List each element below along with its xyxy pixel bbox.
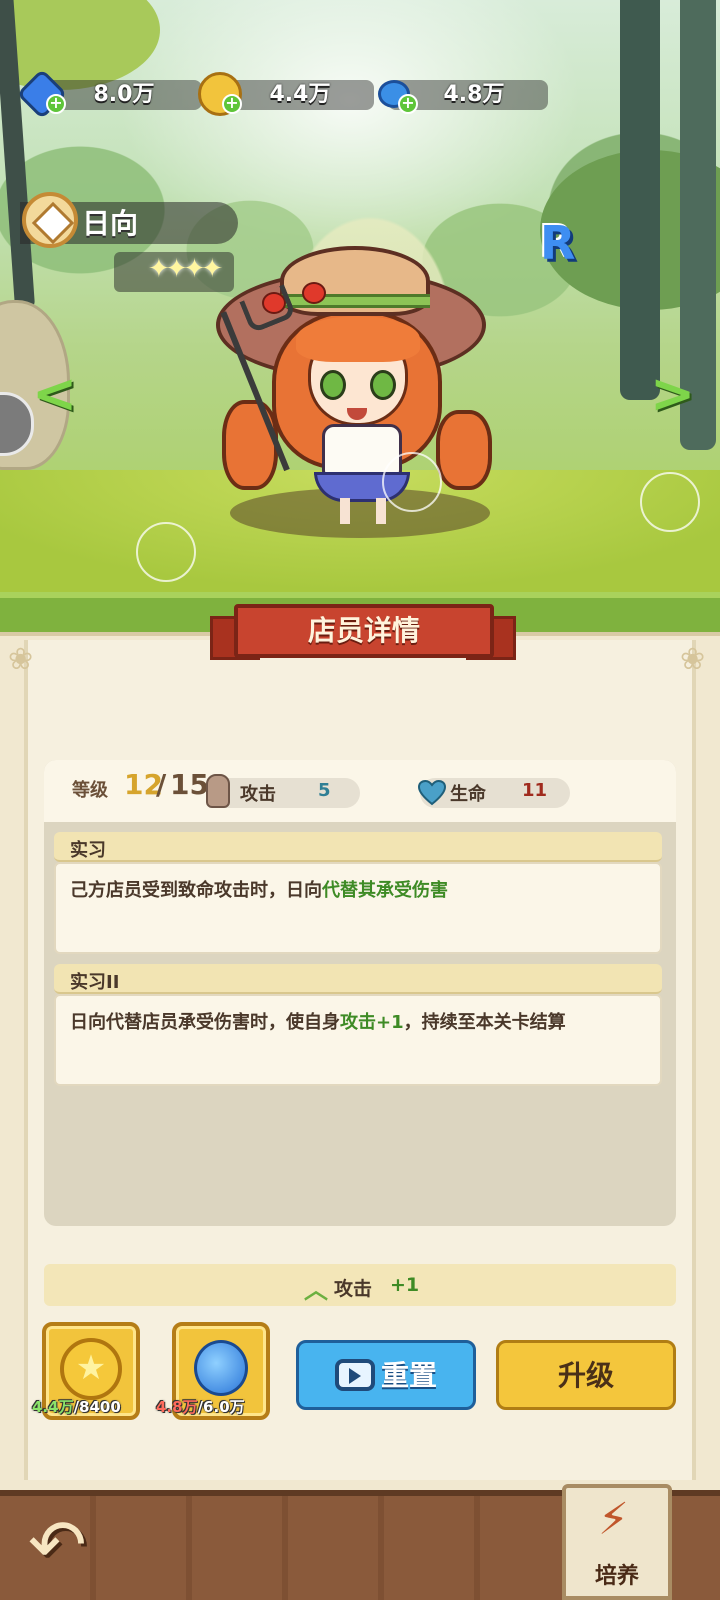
reset-button[interactable]: 重置 bbox=[296, 1340, 476, 1410]
skill-title: 实习 bbox=[70, 840, 106, 861]
upgrade-label: 升级 bbox=[557, 1359, 614, 1392]
skill-description: 日向代替店员承受伤害时，使自身攻击+1，持续至本关卡结算 bbox=[70, 1008, 566, 1034]
level-label: 等级 bbox=[72, 780, 108, 801]
skill-highlight: 攻击+1 bbox=[340, 1012, 404, 1033]
gold-have: 4.4万 bbox=[32, 1398, 74, 1416]
water-drop-icon bbox=[194, 1340, 248, 1396]
bangs bbox=[296, 316, 420, 362]
attack-value: 5 bbox=[318, 780, 331, 801]
heart-icon bbox=[418, 780, 446, 806]
panel-title: 店员详情 bbox=[307, 614, 420, 647]
gem-value: 8.0万 bbox=[93, 82, 155, 107]
water-have: 4.8万 bbox=[156, 1398, 198, 1416]
legs bbox=[340, 498, 386, 524]
bonus-label: 攻击 bbox=[334, 1278, 373, 1300]
skill-description: 己方店员受到致命攻击时，日向代替其承受伤害 bbox=[70, 876, 448, 902]
hp-label: 生命 bbox=[450, 784, 486, 805]
level-max: 15 bbox=[170, 768, 209, 801]
attack-pill bbox=[214, 778, 360, 808]
tree-trunk bbox=[620, 0, 660, 400]
eye-left bbox=[320, 370, 346, 400]
fist-icon bbox=[206, 774, 230, 808]
chevron-up-icon: ︿ bbox=[304, 1276, 328, 1304]
gold-value: 4.4万 bbox=[269, 82, 331, 107]
skill-header bbox=[54, 964, 662, 994]
add-gold-icon[interactable]: + bbox=[222, 94, 242, 114]
braid-right bbox=[436, 410, 492, 490]
level-separator: / bbox=[156, 768, 167, 801]
skill-text-tail: ，持续至本关卡结算 bbox=[403, 1012, 566, 1033]
sparkle-icon bbox=[382, 452, 442, 512]
prev-character-button[interactable]: < bbox=[32, 362, 77, 425]
tomato-icon bbox=[302, 282, 326, 304]
water-need: /6.0万 bbox=[197, 1398, 245, 1416]
gold-need: /8400 bbox=[73, 1398, 121, 1416]
cultivate-label: 培养 bbox=[594, 1564, 639, 1589]
eye-right bbox=[370, 370, 396, 400]
star-coin-icon: ★ bbox=[60, 1338, 122, 1400]
reset-label: 重置 bbox=[380, 1359, 437, 1392]
skill-header bbox=[54, 832, 662, 862]
sparkle-icon bbox=[640, 472, 700, 532]
water-value: 4.8万 bbox=[443, 82, 505, 107]
character-name: 日向 bbox=[82, 207, 139, 240]
corner-ornament-icon: ❀ bbox=[680, 642, 706, 677]
star-icons: ✦✦✦✦ bbox=[148, 254, 223, 284]
next-character-button[interactable]: > bbox=[650, 362, 695, 425]
corner-ornament-icon: ❀ bbox=[8, 642, 34, 677]
gold-cost: 4.4万/8400 bbox=[32, 1396, 121, 1417]
add-gem-icon[interactable]: + bbox=[46, 94, 66, 114]
skill-text: 日向代替店员承受伤害时，使自身 bbox=[70, 1012, 340, 1033]
character-sprite[interactable] bbox=[210, 240, 510, 530]
braid-left bbox=[222, 400, 278, 490]
skill-highlight: 代替其承受伤害 bbox=[322, 880, 448, 901]
video-ad-icon bbox=[334, 1359, 375, 1391]
water-cost: 4.8万/6.0万 bbox=[156, 1396, 245, 1417]
lightning-icon: ⚡ bbox=[598, 1494, 629, 1545]
rarity-badge: R bbox=[540, 216, 576, 270]
skill-text: 己方店员受到致命攻击时，日向 bbox=[70, 880, 322, 901]
back-button[interactable]: ↶ bbox=[28, 1510, 87, 1580]
upgrade-button[interactable]: 升级 bbox=[496, 1340, 676, 1410]
star-rating: ✦✦✦✦ bbox=[148, 254, 223, 284]
skill-title: 实习II bbox=[70, 972, 120, 993]
bonus-value: +1 bbox=[390, 1274, 420, 1296]
class-badge-icon bbox=[22, 192, 78, 248]
hp-value: 11 bbox=[522, 780, 548, 801]
attack-label: 攻击 bbox=[240, 784, 276, 805]
sparkle-icon bbox=[136, 522, 196, 582]
